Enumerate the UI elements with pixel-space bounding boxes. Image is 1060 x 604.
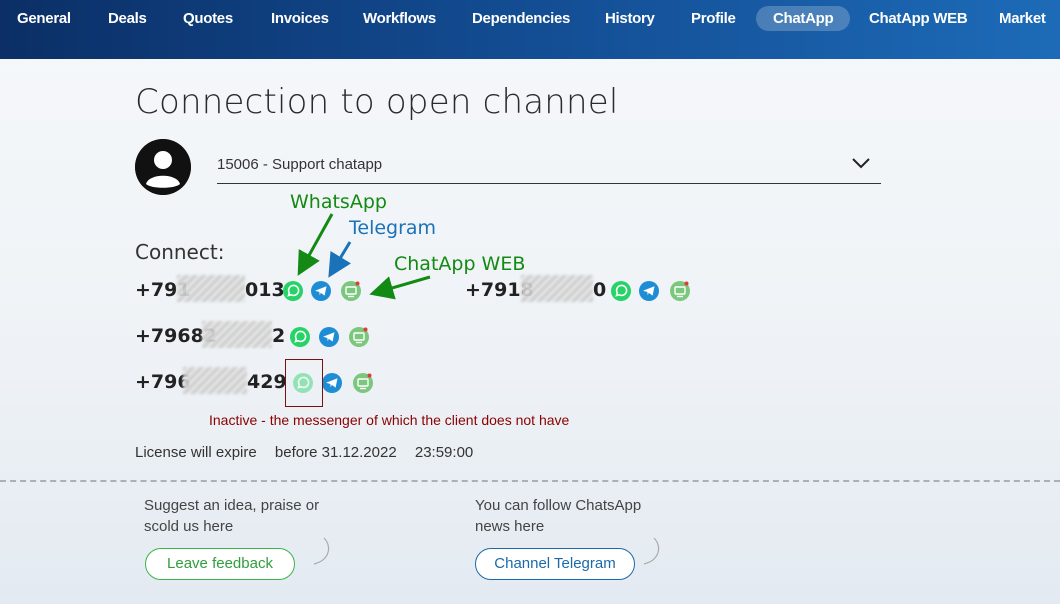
whatsapp-icon[interactable] — [289, 326, 311, 348]
news-text-line: news here — [475, 518, 545, 535]
whatsapp-icon[interactable] — [282, 280, 304, 302]
feedback-text-line: Suggest an idea, praise or — [144, 497, 320, 514]
phone-number-suffix: 429 — [247, 371, 287, 393]
tab-quotes[interactable]: Quotes — [166, 6, 250, 31]
telegram-icon[interactable] — [310, 280, 332, 302]
chevron-down-icon — [852, 158, 870, 169]
channel-select[interactable]: 15006 - Support chatapp — [217, 150, 881, 184]
redacted-digits — [202, 321, 272, 348]
inactive-highlight-box — [285, 359, 323, 407]
phone-number-suffix: 2 — [272, 325, 286, 347]
telegram-icon[interactable] — [321, 372, 343, 394]
page-title: Connection to open channel — [135, 82, 619, 122]
tab-invoices[interactable]: Invoices — [254, 6, 346, 31]
annotation-chatapp-web: ChatApp WEB — [394, 253, 526, 275]
tab-chatapp[interactable]: ChatApp — [756, 6, 851, 31]
tab-market[interactable]: Market — [982, 6, 1060, 31]
chatapp-web-icon[interactable] — [352, 372, 374, 394]
whatsapp-icon[interactable] — [610, 280, 632, 302]
connect-label: Connect: — [135, 240, 225, 264]
feedback-text-line: scold us here — [144, 518, 234, 535]
redacted-digits — [521, 275, 593, 302]
channel-select-value: 15006 - Support chatapp — [217, 156, 383, 173]
license-info: License will expire before 31.12.2022 23… — [135, 444, 487, 461]
annotation-telegram: Telegram — [349, 217, 437, 239]
tab-history[interactable]: History — [588, 6, 672, 31]
redacted-digits — [183, 367, 247, 394]
telegram-icon[interactable] — [318, 326, 340, 348]
tab-profile[interactable]: Profile — [674, 6, 753, 31]
feedback-text: Suggest an idea, praise or scold us here — [144, 495, 319, 537]
tab-dependencies[interactable]: Dependencies — [455, 6, 587, 31]
phone-number-suffix: 013 — [245, 279, 285, 301]
arrow-whatsapp — [297, 213, 334, 276]
chatapp-web-icon[interactable] — [669, 280, 691, 302]
tab-chatapp-web[interactable]: ChatApp WEB — [852, 6, 984, 31]
chatapp-web-icon[interactable] — [348, 326, 370, 348]
leave-feedback-button[interactable]: Leave feedback — [145, 548, 295, 580]
divider — [0, 480, 1060, 482]
inactive-note: Inactive - the messenger of which the cl… — [209, 412, 570, 428]
license-label: License will expire — [135, 444, 257, 461]
chatapp-web-icon[interactable] — [340, 280, 362, 302]
annotation-whatsapp: WhatsApp — [290, 191, 387, 213]
redacted-digits — [177, 275, 245, 302]
telegram-icon[interactable] — [638, 280, 660, 302]
arrow-chatapp-web — [369, 275, 431, 300]
phone-number-suffix: 0 — [593, 279, 607, 301]
arrow-telegram — [328, 241, 352, 278]
channel-telegram-button[interactable]: Channel Telegram — [475, 548, 635, 580]
tab-workflows[interactable]: Workflows — [346, 6, 453, 31]
news-text-line: You can follow ChatsApp — [475, 497, 642, 514]
user-icon — [135, 139, 191, 195]
license-time: 23:59:00 — [414, 444, 474, 461]
curl-decoration-icon — [313, 537, 330, 565]
top-navigation: General Deals Quotes Invoices Workflows … — [0, 0, 1060, 59]
tab-general[interactable]: General — [0, 6, 88, 31]
curl-decoration-icon — [643, 537, 660, 565]
license-date: before 31.12.2022 — [274, 444, 397, 461]
avatar — [135, 139, 191, 195]
news-text: You can follow ChatsApp news here — [475, 495, 641, 537]
tab-deals[interactable]: Deals — [91, 6, 164, 31]
